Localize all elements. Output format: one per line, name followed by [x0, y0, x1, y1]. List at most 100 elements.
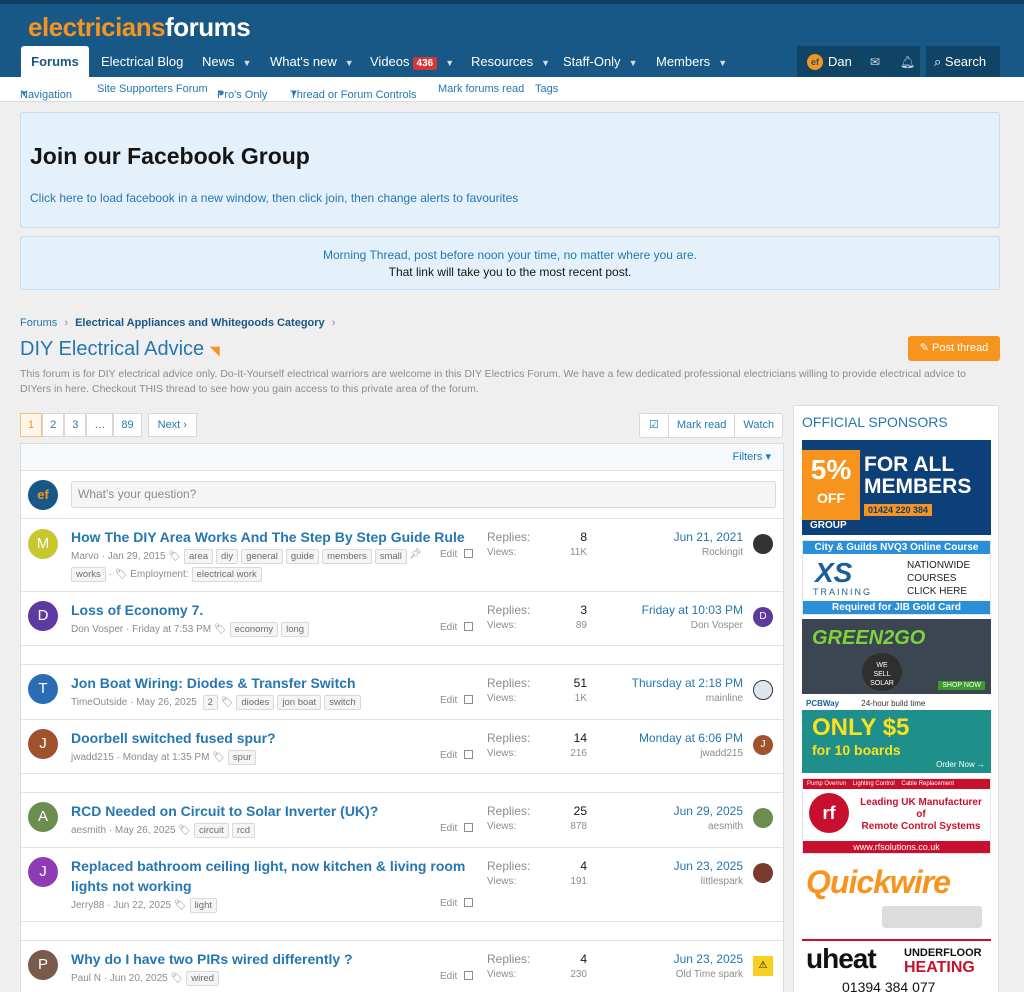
thread-title[interactable]: Replaced bathroom ceiling light, now kit…	[71, 856, 481, 896]
sponsor-ad-uheat[interactable]: uheat UNDERFLOOR HEATING 01394 384 077	[802, 939, 991, 992]
edit-link[interactable]: Edit	[440, 622, 474, 633]
select-checkbox[interactable]	[464, 622, 474, 631]
morning-thread-link[interactable]: Morning Thread, post before noon your ti…	[21, 248, 999, 262]
last-poster[interactable]: Don Vosper	[691, 620, 743, 631]
select-checkbox[interactable]	[464, 549, 474, 558]
mail-icon[interactable]: ✉	[870, 55, 880, 69]
subnav-mark-forums-read[interactable]: Mark forums read	[438, 83, 524, 95]
chevron-down-icon[interactable]: ▼	[541, 58, 550, 68]
edit-link[interactable]: Edit	[440, 898, 474, 909]
page-1[interactable]: 1	[20, 413, 43, 437]
avatar[interactable]: ef	[807, 53, 823, 70]
last-poster[interactable]: Old Time spark	[676, 969, 743, 980]
last-post-date[interactable]: Monday at 6:06 PM	[639, 731, 743, 745]
select-checkbox-icon[interactable]: ☑	[640, 414, 668, 437]
tab-forums[interactable]: Forums	[21, 46, 89, 77]
avatar[interactable]: M	[28, 529, 58, 559]
select-checkbox[interactable]	[464, 898, 474, 907]
last-poster[interactable]: Rockingit	[702, 547, 743, 558]
thread-row[interactable]: D Loss of Economy 7. Don Vosper · Friday…	[21, 592, 783, 646]
edit-link[interactable]: Edit	[440, 823, 474, 834]
avatar[interactable]: J	[28, 857, 58, 887]
select-checkbox[interactable]	[464, 750, 474, 759]
avatar[interactable]	[753, 680, 773, 700]
post-thread-button[interactable]: ✎ Post thread	[908, 336, 1000, 361]
search-button[interactable]: ⌕ Search	[926, 46, 1000, 77]
edit-link[interactable]: Edit	[440, 549, 474, 560]
last-post-date[interactable]: Jun 23, 2025	[674, 859, 743, 873]
select-checkbox[interactable]	[464, 695, 474, 704]
thread-row[interactable]: A RCD Needed on Circuit to Solar Inverte…	[21, 793, 783, 848]
username[interactable]: Dan	[828, 54, 852, 69]
edit-link[interactable]: Edit	[440, 695, 474, 706]
select-checkbox[interactable]	[464, 971, 474, 980]
thread-row[interactable]: P Why do I have two PIRs wired different…	[21, 941, 783, 992]
thread-row[interactable]: T Jon Boat Wiring: Diodes & Transfer Swi…	[21, 665, 783, 720]
last-post-date[interactable]: Thursday at 2:18 PM	[632, 676, 743, 690]
facebook-link[interactable]: Click here to load facebook in a new win…	[30, 191, 518, 205]
page-3[interactable]: 3	[64, 413, 87, 437]
avatar[interactable]: J	[753, 735, 773, 755]
tab-electrical-blog[interactable]: Electrical Blog	[89, 46, 195, 77]
sponsor-ad-quickwire[interactable]: Quickwire	[802, 858, 991, 934]
last-post-date[interactable]: Jun 21, 2021	[674, 530, 743, 544]
chevron-down-icon[interactable]: ▼	[718, 58, 727, 68]
thread-title[interactable]: Jon Boat Wiring: Diodes & Transfer Switc…	[71, 673, 481, 693]
thread-title[interactable]: Loss of Economy 7.	[71, 600, 481, 620]
edit-link[interactable]: Edit	[440, 971, 474, 982]
tab-staff-only[interactable]: Staff-Only ▼	[551, 46, 649, 77]
avatar[interactable]	[753, 534, 773, 554]
sponsor-ad-green2go[interactable]: GREEN2GO WE SELL SOLAR SHOP NOW	[802, 619, 991, 694]
breadcrumb-forums[interactable]: Forums	[20, 317, 57, 329]
tab-videos[interactable]: Videos 436 ▼	[358, 46, 466, 77]
avatar[interactable]	[753, 863, 773, 883]
question-input[interactable]: What's your question?	[71, 481, 776, 508]
avatar[interactable]: T	[28, 674, 58, 704]
last-post-date[interactable]: Jun 29, 2025	[674, 804, 743, 818]
tab-whats-new[interactable]: What's new ▼	[258, 46, 366, 77]
breadcrumb-category[interactable]: Electrical Appliances and Whitegoods Cat…	[75, 317, 325, 329]
chevron-down-icon[interactable]: ▼	[243, 58, 252, 68]
avatar[interactable]: D	[753, 607, 773, 627]
last-poster[interactable]: mainline	[706, 693, 743, 704]
chevron-down-icon[interactable]: ▼	[629, 58, 638, 68]
warning-icon[interactable]: ⚠	[753, 956, 773, 976]
tab-members[interactable]: Members ▼	[644, 46, 739, 77]
user-menu[interactable]: ef Dan ✉ 🔔︎	[797, 46, 920, 77]
last-poster[interactable]: jwadd215	[700, 748, 743, 759]
avatar[interactable]: D	[28, 601, 58, 631]
sponsor-ad-electrical2go[interactable]: 5% OFF FOR ALL MEMBERS 01424 220 384 GRO…	[802, 440, 991, 535]
thread-title[interactable]: Doorbell switched fused spur?	[71, 728, 481, 748]
site-logo[interactable]: electriciansforums	[28, 12, 251, 43]
thread-title[interactable]: How The DIY Area Works And The Step By S…	[71, 527, 481, 547]
thread-title[interactable]: RCD Needed on Circuit to Solar Inverter …	[71, 801, 481, 821]
filters-button[interactable]: Filters ▾	[21, 444, 783, 471]
subnav-tags[interactable]: Tags	[535, 83, 558, 95]
chevron-down-icon[interactable]: ▼	[445, 58, 454, 68]
last-post-date[interactable]: Jun 23, 2025	[674, 952, 743, 966]
thread-title[interactable]: Why do I have two PIRs wired differently…	[71, 949, 481, 969]
thread-row[interactable]: J Replaced bathroom ceiling light, now k…	[21, 848, 783, 922]
last-poster[interactable]: littlespark	[701, 876, 743, 887]
chevron-down-icon[interactable]: ▼	[345, 58, 354, 68]
avatar[interactable]: A	[28, 802, 58, 832]
page-2[interactable]: 2	[42, 413, 65, 437]
page-89[interactable]: 89	[113, 413, 142, 437]
tab-news[interactable]: News ▼	[190, 46, 263, 77]
sponsor-ad-xs-training[interactable]: City & Guilds NVQ3 Online Course XS TRAI…	[802, 540, 991, 615]
bell-icon[interactable]: 🔔︎	[900, 55, 915, 69]
last-poster[interactable]: aesmith	[708, 821, 743, 832]
tab-resources[interactable]: Resources ▼	[459, 46, 562, 77]
page-ellipsis[interactable]: …	[86, 413, 114, 437]
rss-icon[interactable]: ◥	[210, 343, 220, 358]
avatar[interactable]	[753, 808, 773, 828]
thread-row[interactable]: J Doorbell switched fused spur? jwadd215…	[21, 720, 783, 774]
next-page-button[interactable]: Next ›	[147, 413, 197, 437]
sponsor-ad-rf-solutions[interactable]: Pump Overrun Lighting Control Cable Repl…	[802, 778, 991, 854]
mark-read-button[interactable]: Mark read	[667, 414, 735, 437]
sponsor-ad-pcbway[interactable]: PCBWay 24-hour build time ONLY $5 for 10…	[802, 698, 991, 773]
edit-link[interactable]: Edit	[440, 750, 474, 761]
avatar[interactable]: J	[28, 729, 58, 759]
watch-button[interactable]: Watch	[734, 414, 782, 437]
last-post-date[interactable]: Friday at 10:03 PM	[642, 603, 743, 617]
